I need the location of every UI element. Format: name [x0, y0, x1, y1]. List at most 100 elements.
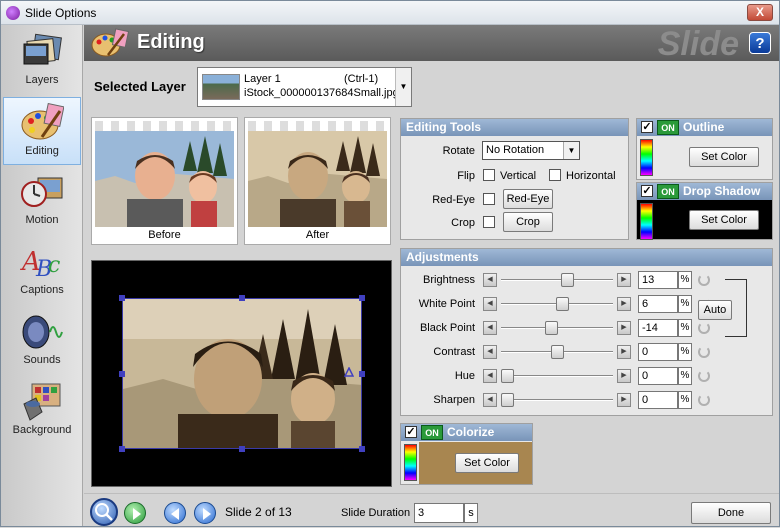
decrease-arrow-icon[interactable]: ◀	[483, 297, 497, 311]
previous-slide-button[interactable]	[164, 502, 186, 524]
sidebar-item-background[interactable]: Background	[3, 377, 81, 445]
drop-shadow-panel: ✓ ON Drop Shadow Set Color	[636, 182, 773, 240]
auto-button[interactable]: Auto	[698, 300, 732, 320]
crop-button[interactable]: Crop	[503, 212, 553, 232]
colorize-color-spectrum[interactable]	[404, 444, 417, 481]
sidebar-item-label: Motion	[25, 214, 59, 226]
resize-handle[interactable]	[119, 295, 125, 301]
adjustment-unit: %	[678, 271, 692, 289]
drop-shadow-color-spectrum[interactable]	[640, 203, 653, 240]
decrease-arrow-icon[interactable]: ◀	[483, 321, 497, 335]
decrease-arrow-icon[interactable]: ◀	[483, 393, 497, 407]
adjustment-slider-track[interactable]	[501, 279, 613, 281]
outline-on-badge: ON	[657, 120, 679, 135]
resize-handle[interactable]	[239, 446, 245, 452]
adjustment-slider-track[interactable]	[501, 375, 613, 377]
adjustment-slider-thumb[interactable]	[545, 321, 558, 335]
outline-color-spectrum[interactable]	[640, 139, 653, 176]
after-image	[248, 121, 387, 227]
increase-arrow-icon[interactable]: ▶	[617, 393, 631, 407]
resize-handle[interactable]	[359, 371, 365, 377]
redeye-checkbox[interactable]	[483, 193, 495, 205]
adjustment-unit: %	[678, 295, 692, 313]
reset-icon[interactable]	[698, 394, 710, 406]
adjustment-slider-thumb[interactable]	[501, 369, 514, 383]
adjustment-label: White Point	[418, 298, 475, 310]
resize-handle[interactable]	[119, 371, 125, 377]
outline-enable-checkbox[interactable]: ✓	[641, 121, 653, 133]
adjustment-slider-thumb[interactable]	[561, 273, 574, 287]
chevron-down-icon[interactable]: ▼	[395, 68, 411, 106]
slide-preview[interactable]	[91, 260, 392, 487]
increase-arrow-icon[interactable]: ▶	[617, 345, 631, 359]
decrease-arrow-icon[interactable]: ◀	[483, 369, 497, 383]
sidebar-item-editing[interactable]: Editing	[3, 97, 81, 165]
help-button[interactable]: ?	[749, 32, 771, 54]
increase-arrow-icon[interactable]: ▶	[617, 369, 631, 383]
play-icon	[133, 508, 141, 520]
adjustment-value-input[interactable]: -14	[638, 319, 678, 337]
layer-name: Layer 1	[244, 73, 281, 85]
zoom-preview-button[interactable]	[90, 498, 118, 526]
outline-set-color-button[interactable]: Set Color	[689, 147, 759, 167]
adjustment-label: Sharpen	[433, 394, 475, 406]
slide-duration-input[interactable]: 3	[414, 503, 464, 523]
drop-shadow-set-color-button[interactable]: Set Color	[689, 210, 759, 230]
after-caption: After	[305, 229, 330, 241]
preview-layer-image[interactable]	[122, 298, 362, 449]
layers-icon	[23, 33, 62, 65]
increase-arrow-icon[interactable]: ▶	[617, 297, 631, 311]
rotate-handle-icon[interactable]	[344, 367, 354, 377]
next-slide-button[interactable]	[194, 502, 216, 524]
sidebar-item-label: Editing	[25, 145, 59, 157]
transparency-checker	[248, 121, 387, 131]
adjustment-slider-thumb[interactable]	[551, 345, 564, 359]
layer-filename: iStock_000000137684Small.jpg	[244, 87, 399, 99]
sidebar-item-sounds[interactable]: Sounds	[3, 307, 81, 375]
background-icon	[23, 383, 61, 421]
adjustment-value-input[interactable]: 0	[638, 343, 678, 361]
selected-layer-dropdown[interactable]: Layer 1 (Ctrl-1) iStock_000000137684Smal…	[197, 67, 412, 107]
increase-arrow-icon[interactable]: ▶	[617, 273, 631, 287]
flip-vertical-checkbox[interactable]	[483, 169, 495, 181]
colorize-set-color-button[interactable]: Set Color	[455, 453, 519, 473]
play-button[interactable]	[124, 502, 146, 524]
adjustment-slider-track[interactable]	[501, 399, 613, 401]
resize-handle[interactable]	[119, 446, 125, 452]
rotate-dropdown[interactable]: No Rotation ▼	[482, 141, 580, 160]
adjustment-value-input[interactable]: 0	[638, 391, 678, 409]
increase-arrow-icon[interactable]: ▶	[617, 321, 631, 335]
slide-options-window: Slide Options X Layers Editing Motion A …	[0, 0, 780, 527]
adjustment-slider-thumb[interactable]	[501, 393, 514, 407]
adjustment-slider-thumb[interactable]	[556, 297, 569, 311]
resize-handle[interactable]	[239, 295, 245, 301]
done-button[interactable]: Done	[691, 502, 771, 524]
reset-icon[interactable]	[698, 370, 710, 382]
drop-shadow-enable-checkbox[interactable]: ✓	[641, 185, 653, 197]
adjustment-value-input[interactable]: 6	[638, 295, 678, 313]
crop-label: Crop	[451, 217, 475, 229]
sidebar-item-captions[interactable]: A B c Captions	[3, 237, 81, 305]
reset-icon[interactable]	[698, 346, 710, 358]
layer-shortcut: (Ctrl-1)	[344, 73, 379, 85]
title-bar: Slide Options X	[1, 1, 779, 25]
sidebar-item-motion[interactable]: Motion	[3, 167, 81, 235]
reset-icon[interactable]	[698, 274, 710, 286]
flip-horizontal-checkbox[interactable]	[549, 169, 561, 181]
adjustment-value-input[interactable]: 13	[638, 271, 678, 289]
crop-checkbox[interactable]	[483, 216, 495, 228]
svg-text:c: c	[48, 253, 60, 278]
redeye-button[interactable]: Red-Eye	[503, 189, 553, 209]
adjustment-value-input[interactable]: 0	[638, 367, 678, 385]
editing-tools-title: Editing Tools	[401, 119, 628, 136]
close-button[interactable]: X	[747, 4, 773, 21]
sidebar-item-layers[interactable]: Layers	[3, 27, 81, 95]
adjustments-title: Adjustments	[401, 249, 772, 266]
resize-handle[interactable]	[359, 446, 365, 452]
adjustments-panel: Adjustments Brightness ◀ ▶ 13% White Point ◀ ▶…	[400, 248, 773, 416]
decrease-arrow-icon[interactable]: ◀	[483, 345, 497, 359]
decrease-arrow-icon[interactable]: ◀	[483, 273, 497, 287]
colorize-enable-checkbox[interactable]: ✓	[405, 426, 417, 438]
resize-handle[interactable]	[359, 295, 365, 301]
reset-icon[interactable]	[698, 322, 710, 334]
